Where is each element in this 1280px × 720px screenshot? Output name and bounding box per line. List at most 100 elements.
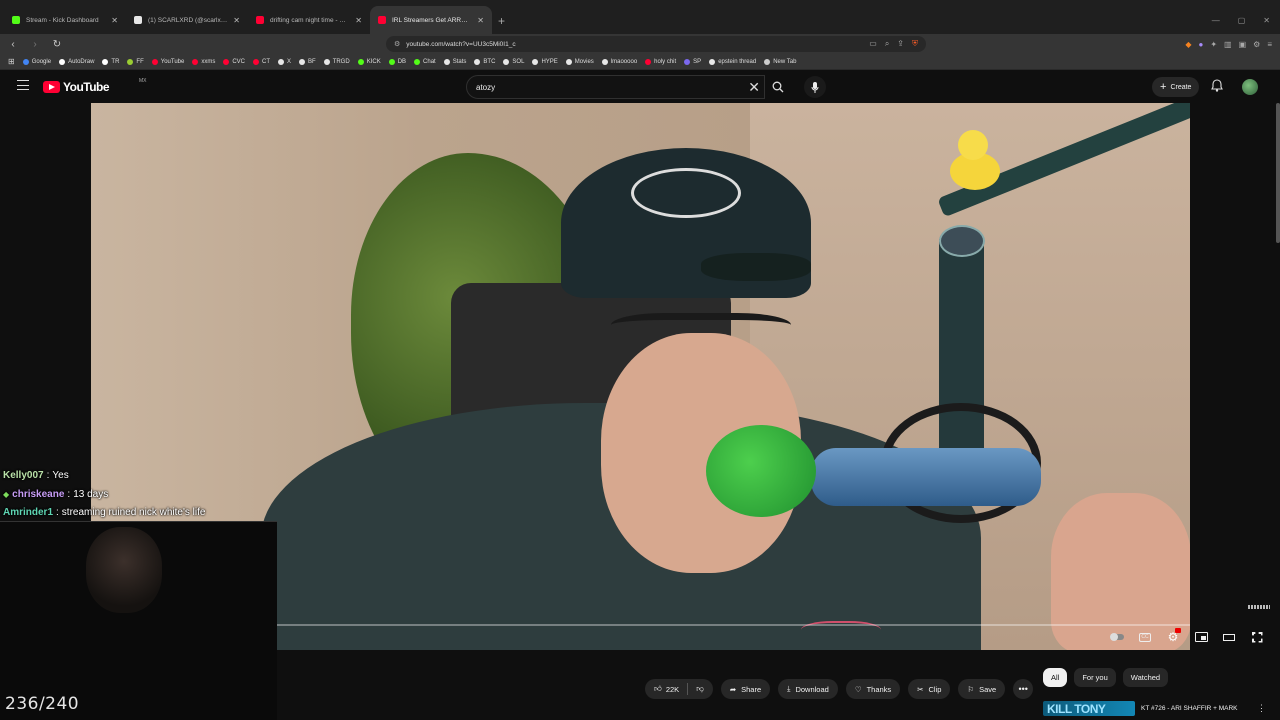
tab-close-icon[interactable]: ✕	[111, 16, 118, 25]
bookmark[interactable]: FF	[127, 58, 144, 65]
browser-tab-active[interactable]: IRL Streamers Get ARRESTED For... ✕	[370, 6, 492, 34]
sidebar-icon[interactable]: ▥	[1224, 40, 1232, 49]
bookmark[interactable]: KICK	[357, 58, 381, 65]
bookmark[interactable]: Movies	[565, 58, 594, 65]
video-frame-cap-logo	[631, 168, 741, 218]
video-menu-icon[interactable]: ⋮	[1257, 703, 1266, 714]
bookmark[interactable]: holy chit	[645, 58, 676, 65]
subtitles-button[interactable]: CC	[1138, 630, 1152, 644]
new-tab-plus-icon[interactable]: +	[498, 14, 505, 28]
download-button[interactable]: ⤓ Download	[778, 679, 838, 699]
bookmark[interactable]: epstein thread	[709, 58, 756, 65]
scissors-icon: ✂	[917, 684, 924, 694]
clip-button[interactable]: ✂ Clip	[908, 679, 951, 699]
divider	[687, 683, 689, 695]
account-avatar[interactable]	[1242, 79, 1258, 95]
recommended-title[interactable]: KT #726 - ARI SHAFFIR + MARK	[1141, 705, 1238, 712]
site-info-icon[interactable]: ⚙	[394, 40, 400, 48]
bookmark[interactable]: lmaooooo	[601, 58, 637, 65]
browser-tab[interactable]: drifting cam night time - YouTube ✕	[248, 6, 370, 34]
tab-close-icon[interactable]: ✕	[477, 16, 484, 25]
bookmark-icon	[127, 58, 134, 65]
bookmark-label: SOL	[512, 58, 525, 65]
settings-button[interactable]: ⚙	[1166, 628, 1182, 644]
search-button[interactable]	[765, 75, 791, 99]
notifications-bell-icon[interactable]	[1211, 79, 1223, 97]
theater-mode-button[interactable]	[1222, 630, 1236, 644]
voice-search-button[interactable]	[804, 76, 826, 98]
cc-icon: CC	[1139, 632, 1151, 642]
more-actions-icon[interactable]: •••	[1013, 679, 1034, 699]
share-button[interactable]: ➦ Share	[720, 679, 771, 699]
bookmark[interactable]: TR	[102, 58, 119, 65]
bookmark[interactable]: New Tab	[764, 58, 796, 65]
bookmark[interactable]: SOL	[503, 58, 525, 65]
chat-separator: :	[46, 470, 50, 481]
bookmark-label: HYPE	[541, 58, 558, 65]
hamburger-menu-icon[interactable]	[17, 80, 29, 90]
autoplay-toggle[interactable]	[1110, 630, 1124, 644]
chat-username: Amrinder1	[3, 507, 54, 518]
bookmark[interactable]: CVC	[223, 58, 245, 65]
extension-icon[interactable]: ◆	[1185, 40, 1191, 49]
bookmark[interactable]: X	[278, 58, 291, 65]
tab-close-icon[interactable]: ✕	[355, 16, 362, 25]
fullscreen-button[interactable]	[1250, 630, 1264, 644]
youtube-logo[interactable]: YouTube MX	[43, 78, 147, 94]
menu-icon[interactable]: ≡	[1267, 40, 1272, 49]
share-icon[interactable]: ⇪	[897, 39, 904, 49]
save-button[interactable]: ⚐ Save	[958, 679, 1006, 699]
extensions-puzzle-icon[interactable]: ✦	[1210, 40, 1217, 49]
wallet-icon[interactable]: ▣	[1239, 40, 1247, 49]
bookmark[interactable]: Stats	[443, 58, 466, 65]
bookmark[interactable]: DB	[388, 58, 406, 65]
bookmark[interactable]: CT	[253, 58, 270, 65]
create-button[interactable]: + Create	[1152, 77, 1200, 97]
tab-search-icon[interactable]: ▭	[869, 39, 877, 49]
bookmark[interactable]: SP	[684, 58, 701, 65]
close-window-icon[interactable]: ✕	[1263, 16, 1270, 25]
bookmark[interactable]: BF	[299, 58, 316, 65]
settings-icon[interactable]: ⚙	[1253, 40, 1260, 49]
chat-separator: :	[67, 488, 71, 500]
bookmark[interactable]: Chat	[414, 58, 436, 65]
bookmark[interactable]: YouTube	[151, 58, 184, 65]
bookmark[interactable]: BTC	[474, 58, 495, 65]
bookmark[interactable]: AutoDraw	[59, 58, 94, 65]
address-bar[interactable]: ⚙ youtube.com/watch?v=UU3c5Mi0I1_c ▭ ⌕ ⇪…	[386, 36, 926, 52]
recommended-video[interactable]: KILL TONY KT #726 - ARI SHAFFIR + MARK ⋮	[1043, 697, 1280, 720]
recommended-thumbnail[interactable]: KILL TONY	[1043, 701, 1135, 716]
page-scrollbar[interactable]	[1276, 103, 1280, 243]
browser-tab[interactable]: Stream - Kick Dashboard ✕	[4, 6, 126, 34]
minimize-icon[interactable]: —	[1212, 16, 1220, 25]
chip-watched[interactable]: Watched	[1122, 668, 1169, 687]
chip-for-you[interactable]: For you	[1074, 668, 1116, 687]
maximize-icon[interactable]: ▢	[1238, 16, 1246, 25]
bookmark[interactable]: xxms	[192, 58, 216, 65]
zoom-icon[interactable]: ⌕	[885, 39, 889, 49]
like-button[interactable]: 👍︎ 22K	[654, 684, 679, 694]
chip-all[interactable]: All	[1043, 668, 1068, 687]
microphone-icon	[811, 81, 819, 93]
forward-icon[interactable]: ›	[30, 39, 40, 50]
tab-close-icon[interactable]: ✕	[233, 16, 240, 25]
browser-tab[interactable]: (1) SCARLXRD (@scarlxrd) / X ✕	[126, 6, 248, 34]
bookmark-label: xxms	[201, 58, 216, 65]
reload-icon[interactable]: ↻	[52, 39, 62, 50]
extensions-area: ◆ ● ✦ ▥ ▣ ⚙ ≡	[1185, 40, 1272, 49]
search-input[interactable]: atozy ✕	[466, 75, 765, 99]
bookmark-icon	[764, 58, 771, 65]
apps-grid-icon[interactable]: ⊞	[8, 57, 15, 66]
bookmark[interactable]: HYPE	[532, 58, 558, 65]
bookmark-icon	[323, 58, 330, 65]
bookmark[interactable]: Google	[22, 58, 51, 65]
extension-icon[interactable]: ●	[1198, 40, 1203, 49]
dislike-button[interactable]: 👎︎	[696, 684, 704, 694]
brave-shield-icon[interactable]: ⛨	[912, 39, 918, 49]
clear-search-icon[interactable]: ✕	[748, 79, 760, 96]
back-icon[interactable]: ‹	[8, 39, 18, 50]
bookmark[interactable]: TRGD	[323, 58, 350, 65]
thanks-button[interactable]: ♡ Thanks	[845, 679, 901, 699]
video-progress-bar[interactable]	[277, 624, 1190, 626]
miniplayer-button[interactable]	[1194, 630, 1208, 644]
